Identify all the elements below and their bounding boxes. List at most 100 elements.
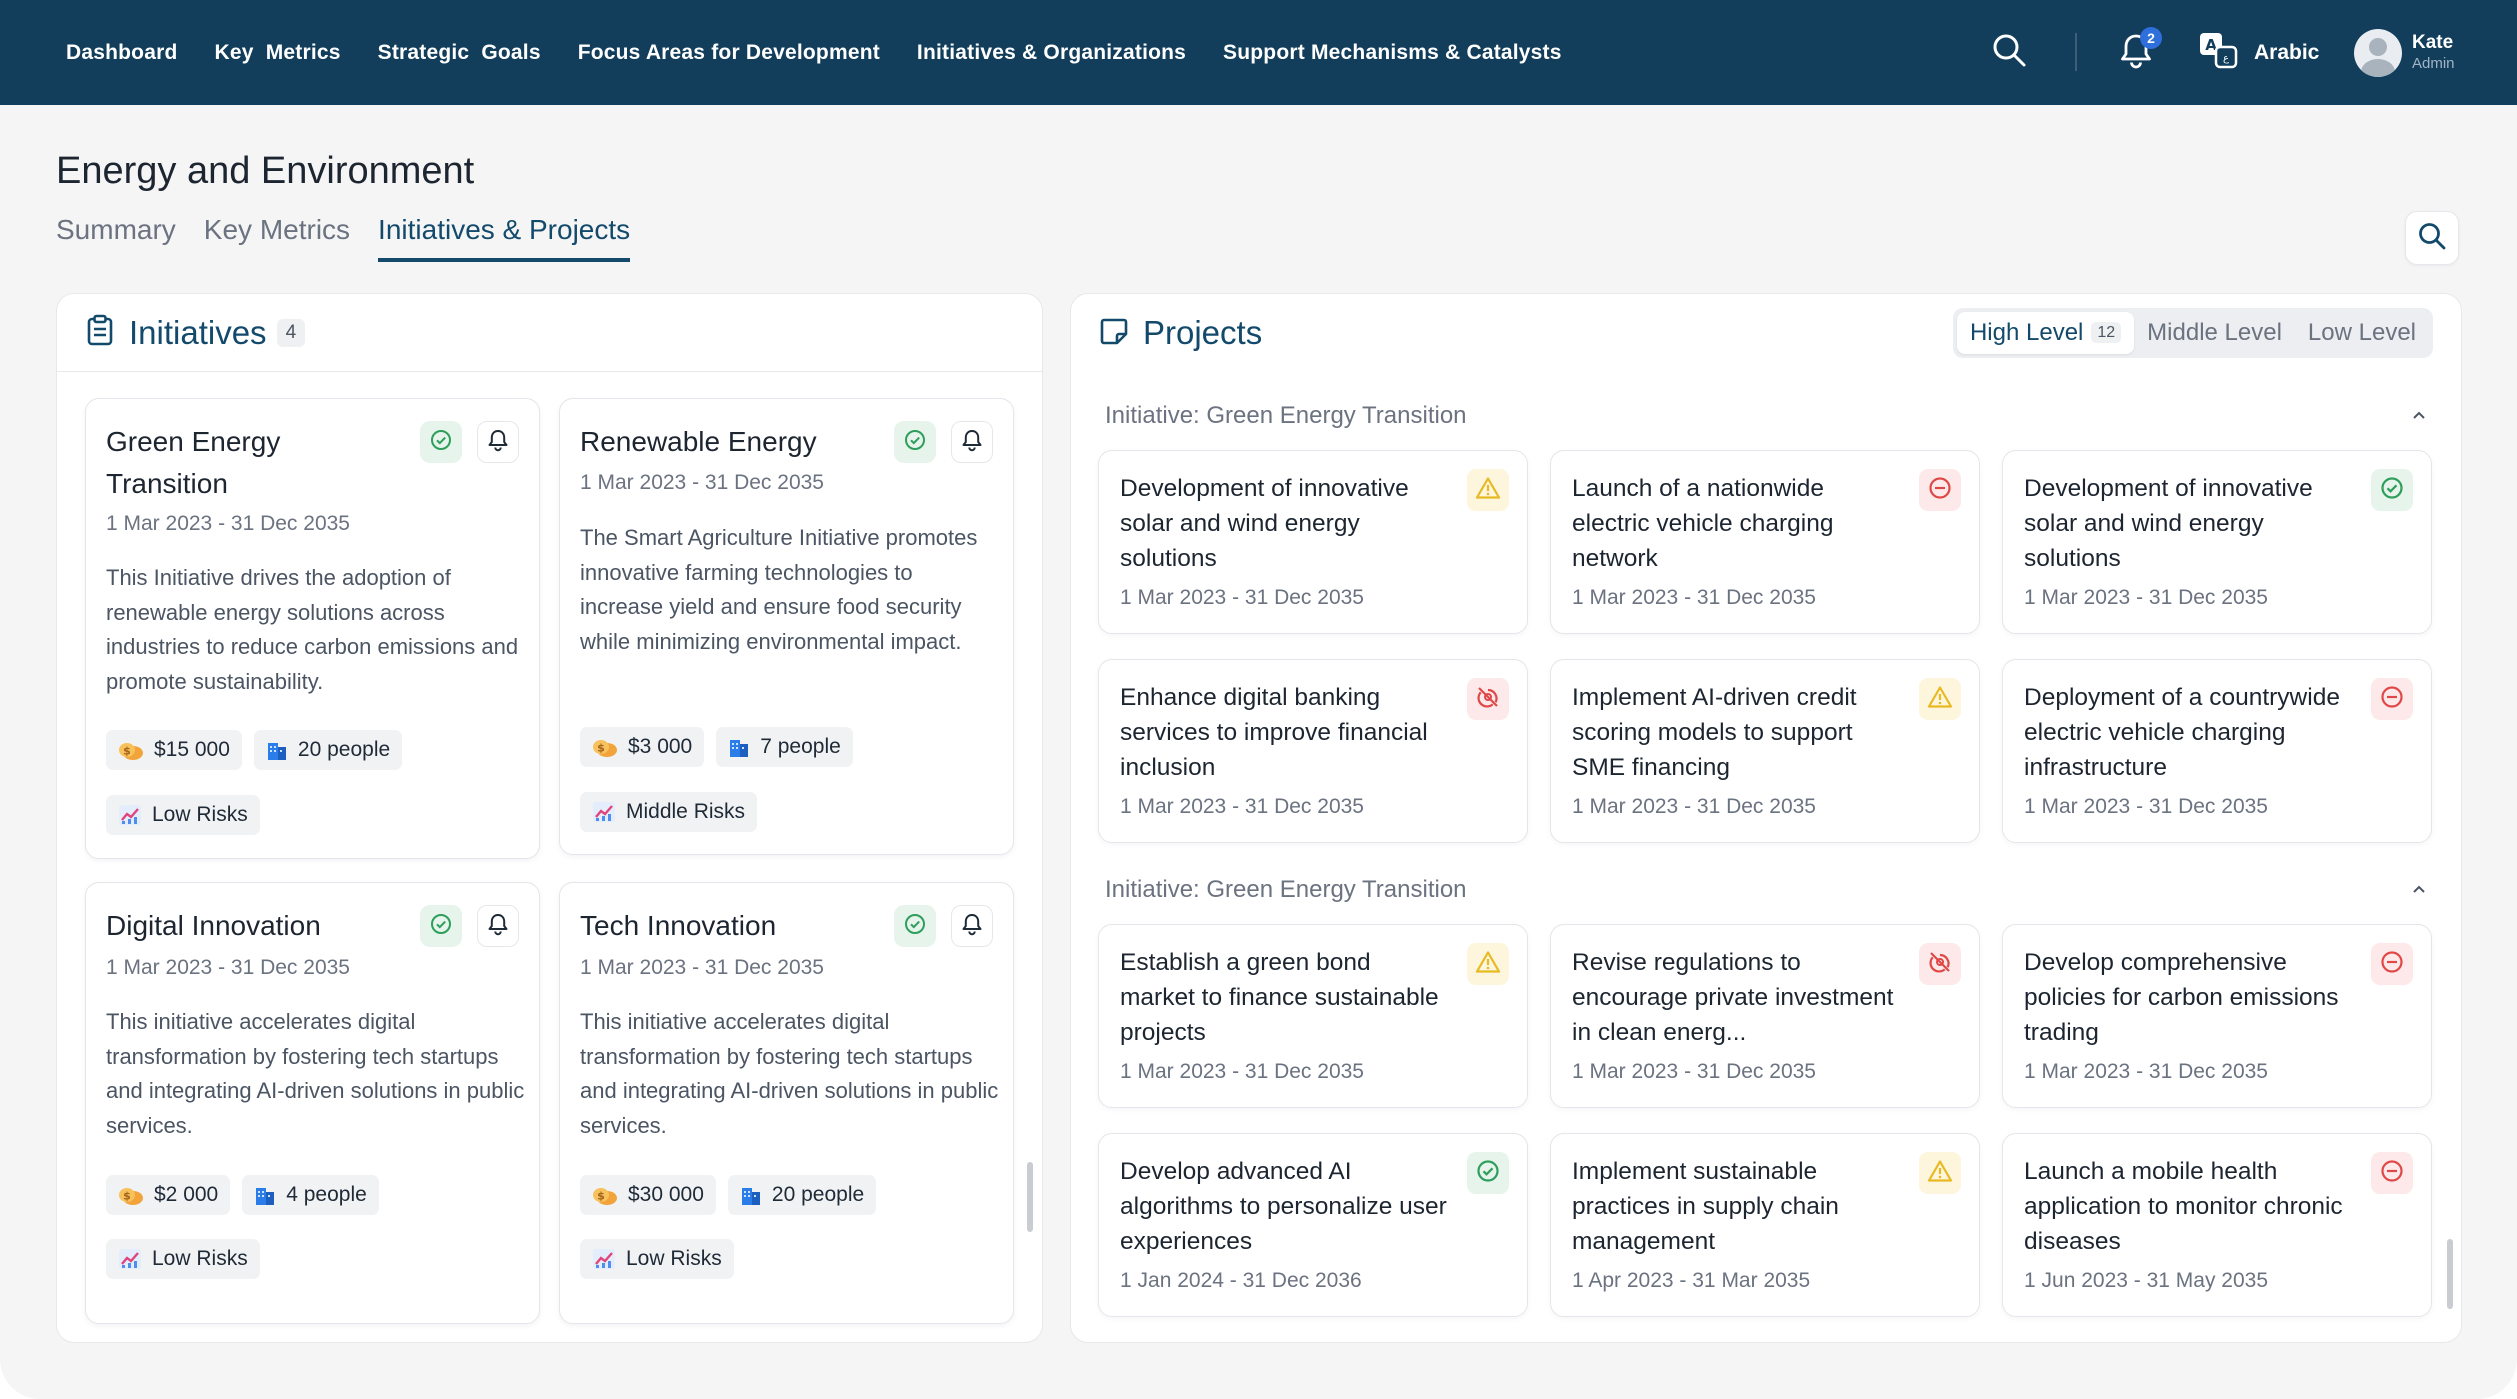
check-circle-icon (430, 429, 452, 456)
tab-initiatives-projects[interactable]: Initiatives & Projects (378, 214, 631, 262)
level-low[interactable]: Low Level (2295, 312, 2429, 354)
initiative-stats: $ $30 000 20 people (580, 1175, 888, 1215)
status-ok-button[interactable] (894, 421, 936, 463)
chevron-up-icon[interactable] (2411, 882, 2427, 900)
project-status[interactable] (1919, 469, 1961, 511)
warning-icon (1927, 1159, 1953, 1188)
project-status[interactable] (2371, 469, 2413, 511)
status-ok-button[interactable] (420, 421, 462, 463)
project-card[interactable]: Revise regulations to encourage private … (1550, 924, 1980, 1108)
chart-icon (592, 801, 616, 823)
project-card[interactable]: Enhance digital banking services to impr… (1098, 659, 1528, 843)
project-title: Launch a mobile health application to mo… (2024, 1158, 2343, 1255)
project-title: Development of innovative solar and wind… (1120, 475, 1409, 572)
check-circle-icon (430, 913, 452, 940)
initiative-dates: 1 Mar 2023 - 31 Dec 2035 (580, 956, 824, 979)
check-circle-icon (904, 429, 926, 456)
eye-off-icon (1928, 950, 1952, 979)
project-card[interactable]: Development of innovative solar and wind… (1098, 450, 1528, 634)
initiatives-scrollbar[interactable] (1027, 1162, 1033, 1232)
language-switcher[interactable]: Aع Arabic (2198, 0, 2319, 105)
project-status[interactable] (1919, 1152, 1961, 1194)
project-status[interactable] (2371, 1152, 2413, 1194)
project-status[interactable] (2371, 943, 2413, 985)
nav-dashboard[interactable]: Dashboard (66, 41, 178, 65)
project-card[interactable]: Launch of a nationwide electric vehicle … (1550, 450, 1980, 634)
building-icon (266, 739, 288, 761)
chevron-up-icon[interactable] (2411, 408, 2427, 426)
project-card[interactable]: Establish a green bond market to finance… (1098, 924, 1528, 1108)
status-ok-button[interactable] (894, 905, 936, 947)
project-card[interactable]: Develop advanced AI algorithms to person… (1098, 1133, 1528, 1317)
initiative-dates: 1 Mar 2023 - 31 Dec 2035 (580, 471, 824, 494)
app-frame: Dashboard Key Metrics Strategic Goals Fo… (0, 0, 2517, 1399)
main-nav: Dashboard Key Metrics Strategic Goals Fo… (66, 0, 1599, 105)
bell-icon (961, 428, 983, 457)
initiative-title: Tech Innovation (580, 910, 777, 941)
project-dates: 1 Mar 2023 - 31 Dec 2035 (2024, 795, 2268, 818)
subscribe-button[interactable] (477, 421, 519, 463)
nav-support-mechanisms[interactable]: Support Mechanisms & Catalysts (1223, 41, 1562, 65)
nav-strategic-goals[interactable]: Strategic Goals (378, 41, 541, 65)
project-title: Develop advanced AI algorithms to person… (1120, 1158, 1447, 1255)
user-menu[interactable]: Kate Admin (2354, 0, 2455, 105)
risk-value: Low Risks (152, 803, 248, 826)
project-status[interactable] (1919, 678, 1961, 720)
project-status[interactable] (1467, 1152, 1509, 1194)
clipboard-icon (85, 314, 115, 351)
level-high[interactable]: High Level 12 (1956, 312, 2135, 354)
project-status[interactable] (1467, 469, 1509, 511)
eye-off-icon (1476, 685, 1500, 714)
top-navigation-bar: Dashboard Key Metrics Strategic Goals Fo… (0, 0, 2517, 105)
nav-focus-areas[interactable]: Focus Areas for Development (578, 41, 880, 65)
subscribe-button[interactable] (951, 421, 993, 463)
project-status[interactable] (1467, 943, 1509, 985)
status-ok-button[interactable] (420, 905, 462, 947)
warning-icon (1475, 950, 1501, 979)
project-card[interactable]: Implement sustainable practices in suppl… (1550, 1133, 1980, 1317)
project-card[interactable]: Launch a mobile health application to mo… (2002, 1133, 2432, 1317)
global-search-button[interactable] (1990, 0, 2028, 105)
project-card[interactable]: Development of innovative solar and wind… (2002, 450, 2432, 634)
projects-scrollbar[interactable] (2447, 1239, 2453, 1309)
tab-summary[interactable]: Summary (56, 214, 176, 262)
project-dates: 1 Mar 2023 - 31 Dec 2035 (2024, 586, 2268, 609)
initiative-risk: Low Risks (106, 1239, 272, 1279)
project-status[interactable] (1919, 943, 1961, 985)
initiative-card[interactable]: Renewable Energy 1 Mar 2023 - 31 Dec 203… (559, 398, 1014, 855)
project-dates: 1 Mar 2023 - 31 Dec 2035 (1572, 1060, 1816, 1083)
notifications-button[interactable] (2118, 0, 2154, 105)
tab-key-metrics[interactable]: Key Metrics (204, 214, 350, 262)
projects-title: Projects (1143, 314, 1263, 351)
nav-key-metrics[interactable]: Key Metrics (215, 41, 341, 65)
language-label: Arabic (2254, 40, 2320, 64)
topbar-divider (2075, 33, 2077, 71)
page-search-button[interactable] (2405, 211, 2459, 265)
initiative-card[interactable]: Green Energy Transition 1 Mar 2023 - 31 … (85, 398, 540, 859)
initiative-card[interactable]: Tech Innovation 1 Mar 2023 - 31 Dec 2035… (559, 882, 1014, 1324)
people-value: 20 people (297, 738, 391, 761)
initiative-title: Renewable Energy (580, 426, 817, 457)
level-middle[interactable]: Middle Level (2134, 312, 2295, 354)
check-circle-icon (1476, 1159, 1500, 1188)
initiatives-count-badge: 4 (276, 318, 306, 347)
people-value: 20 people (771, 1183, 865, 1206)
risk-chip: Low Risks (580, 1239, 734, 1279)
user-name: Kate (2412, 32, 2454, 54)
initiatives-header: Initiatives 4 (57, 294, 1042, 372)
project-status[interactable] (1467, 678, 1509, 720)
project-card[interactable]: Develop comprehensive policies for carbo… (2002, 924, 2432, 1108)
initiative-card[interactable]: Digital Innovation 1 Mar 2023 - 31 Dec 2… (85, 882, 540, 1324)
nav-initiatives-organizations[interactable]: Initiatives & Organizations (917, 41, 1186, 65)
risk-chip: Middle Risks (580, 792, 758, 832)
project-card[interactable]: Deployment of a countrywide electric veh… (2002, 659, 2432, 843)
subscribe-button[interactable] (951, 905, 993, 947)
budget-chip: $ $30 000 (580, 1175, 716, 1215)
budget-value: $3 000 (628, 735, 693, 758)
subscribe-button[interactable] (477, 905, 519, 947)
risk-chip: Low Risks (106, 795, 260, 835)
project-status[interactable] (2371, 678, 2413, 720)
budget-chip: $ $2 000 (106, 1175, 231, 1215)
project-card[interactable]: Implement AI-driven credit scoring model… (1550, 659, 1980, 843)
initiative-description: This initiative accelerates digital tran… (580, 1009, 999, 1138)
